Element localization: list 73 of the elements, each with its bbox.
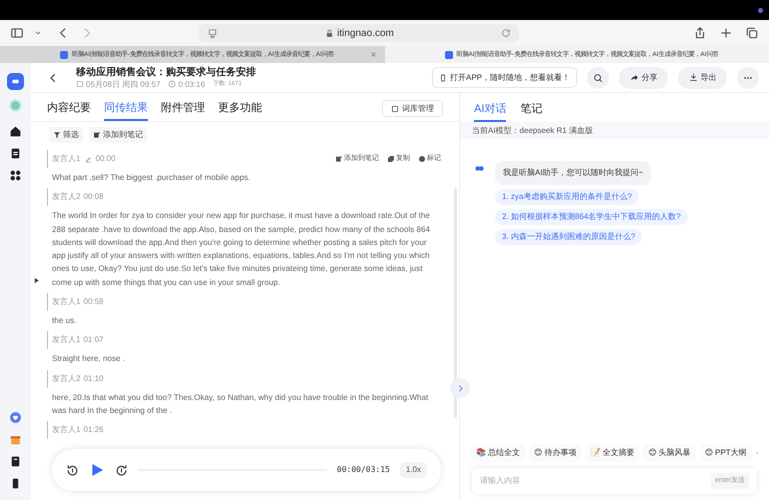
tab[interactable]: 内容纪要 xyxy=(47,100,91,121)
favicon-icon xyxy=(444,50,452,58)
banner-text: 打开APP，随时随地，想看就看！ xyxy=(450,72,570,84)
reload-icon xyxy=(501,28,511,38)
search-button[interactable] xyxy=(587,66,609,88)
plus-icon[interactable] xyxy=(719,26,733,40)
circle-icon xyxy=(418,155,426,163)
transcript-text: What part .sell? The biggest .purchaser of mobile apps. xyxy=(51,172,252,184)
phone-icon xyxy=(438,74,447,82)
meeting-date: 05月08日 周四 09:57 xyxy=(86,78,160,90)
tab[interactable]: 附件管理 xyxy=(161,100,205,121)
app-logo[interactable] xyxy=(7,73,24,90)
document-icon[interactable] xyxy=(9,147,22,160)
suggestion-chip[interactable]: 2. 如何根据样本预测864名学生中下载应用的人数? xyxy=(495,209,688,225)
collapse-arrow-icon[interactable] xyxy=(33,277,40,284)
model-info: 当前AI模型：deepseek R1 满血版 xyxy=(460,122,769,139)
download-icon xyxy=(688,73,698,82)
meeting-title: 移动应用销售会议：购买要求与任务安排 xyxy=(76,66,256,78)
address-bar[interactable]: itingnao.com xyxy=(199,24,519,42)
clock-icon xyxy=(168,80,176,88)
lock-icon xyxy=(325,28,334,38)
page-icon xyxy=(207,28,218,38)
add-note-button[interactable]: 添加到笔记 xyxy=(89,127,147,143)
rewind-icon[interactable] xyxy=(66,464,79,476)
arrow-icon xyxy=(630,73,638,82)
suggestion-chip[interactable]: 3. 内森一开始遇到困难的原因是什么? xyxy=(495,229,642,245)
speed-button[interactable]: 1.0x xyxy=(400,462,427,478)
meeting-duration: 0:03:16 xyxy=(178,78,205,90)
quick-action-button[interactable]: 📚 总结全文 xyxy=(471,444,525,462)
tab[interactable]: 更多功能 xyxy=(218,100,262,121)
search-icon xyxy=(593,72,603,82)
tabs-icon[interactable] xyxy=(745,26,759,40)
suggestion-chip[interactable]: 1. zya考虑购买新应用的条件是什么? xyxy=(495,189,639,205)
export-button[interactable]: 导出 xyxy=(678,66,727,88)
share-button[interactable]: 分享 xyxy=(619,66,668,88)
sidebar-icon[interactable] xyxy=(10,26,24,40)
calendar-icon xyxy=(76,80,84,88)
emoji-icon: 📝 xyxy=(590,447,600,459)
transcript-text: Straight here, nose . xyxy=(51,353,126,366)
grid-icon[interactable] xyxy=(9,169,22,182)
emoji-icon: 😊 xyxy=(534,447,542,459)
quick-action-button[interactable]: 😊 头脑风暴 xyxy=(643,444,696,462)
caret-icon[interactable] xyxy=(34,29,42,37)
open-app-banner[interactable]: 打开APP，随时随地，想看就看！ xyxy=(432,67,577,88)
bot-icon xyxy=(474,163,485,174)
funnel-icon xyxy=(53,131,61,139)
transcript-text: here, 20.Is that what you did too? Thes.Okay, so Nathan, why did you have trouble in the beginning.What was hard In the beginning of the . xyxy=(51,392,430,417)
note-edit-icon xyxy=(93,131,101,139)
quick-action-button[interactable]: 📝 全文摘要 xyxy=(585,444,640,462)
tab[interactable]: 笔记 xyxy=(520,100,542,122)
forward-icon[interactable] xyxy=(115,464,128,476)
note-edit-icon xyxy=(335,155,343,163)
url-text: itingnao.com xyxy=(337,26,394,40)
share-icon[interactable] xyxy=(693,26,707,40)
emoji-icon: 😊 xyxy=(648,447,657,459)
glossary-button[interactable]: 词库管理 xyxy=(382,100,443,117)
emoji-icon: 📚 xyxy=(476,447,486,459)
notebook-icon[interactable] xyxy=(9,455,22,468)
square-icon xyxy=(391,104,399,112)
transcript-text: the us. xyxy=(51,315,78,328)
greeting-bubble: 我是听脑AI助手，您可以随时向我提问~ xyxy=(495,161,652,185)
emoji-icon: 😊 xyxy=(704,447,714,459)
tab[interactable]: 同传结果 xyxy=(104,100,148,121)
playback-time: 00:00/03:15 xyxy=(336,464,390,476)
home-icon[interactable] xyxy=(9,125,22,138)
copy-icon xyxy=(387,155,395,163)
favicon-icon xyxy=(60,50,68,58)
pencil-icon[interactable] xyxy=(85,156,92,162)
transcript-text: The world In order for zya to consider your new app for purchase, it must have a download rate.Out of the 288 separate .have to download the app.Also, based on the sample, predict how many of the schools 864 students will download the app.And then you're going to determine whether posting a sales pitch for your app justify all of your answers with written explanations, equations, tables.And so I'm not telling you which ones to use, Okay? You just do use.So let's take five minutes privateing time, generate some ideas, just come up with some things that you can use in your small group. xyxy=(51,210,431,289)
close-icon[interactable] xyxy=(370,51,377,58)
quick-action-button[interactable]: 😊 PPT大纲 xyxy=(700,444,752,462)
quick-action-button[interactable]: 😊 待办事项 xyxy=(529,444,582,462)
filter-button[interactable]: 筛选 xyxy=(49,127,83,143)
